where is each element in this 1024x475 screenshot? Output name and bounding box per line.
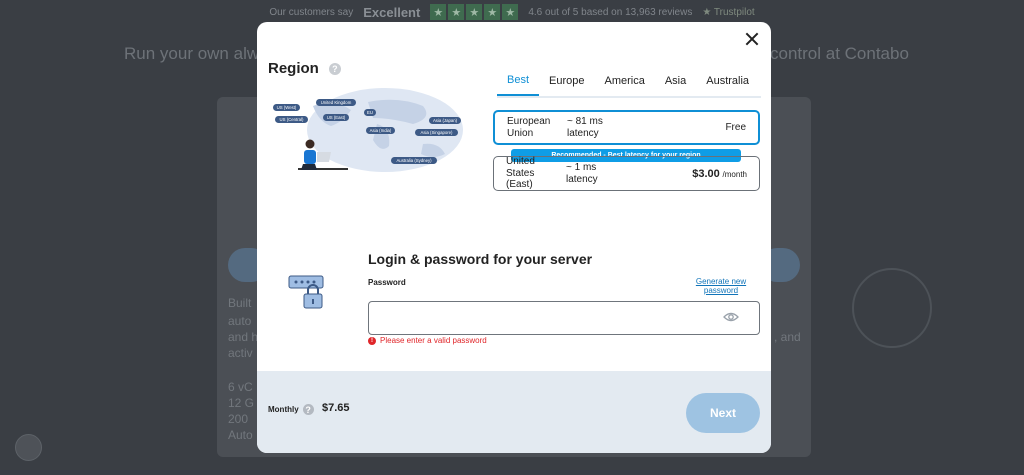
rating-stars: ★ ★ ★ ★ ★ — [430, 4, 519, 20]
rating-text: 4.6 out of 5 based on 13,963 reviews — [528, 6, 693, 18]
error-icon: ! — [368, 336, 376, 345]
next-button[interactable]: Next — [686, 393, 760, 433]
star-icon: ★ — [448, 4, 465, 20]
generate-password-link[interactable]: Generate new password — [689, 277, 753, 296]
price-value: $3.00 — [692, 167, 720, 180]
tab-best[interactable]: Best — [497, 66, 540, 96]
server-config-modal: Region ? US (West) United Kingdom US (Ce… — [257, 22, 771, 453]
spec-text: Auto — [228, 428, 253, 442]
monthly-text: Monthly — [268, 405, 299, 414]
region-option-eu[interactable]: European Union ~ 81 ms latency Free — [493, 110, 760, 145]
password-label: Password — [368, 278, 406, 287]
region-price: $3.00 /month — [626, 168, 759, 180]
price-value: Free — [725, 122, 746, 133]
tab-asia[interactable]: Asia — [655, 66, 696, 96]
customers-say-text: Our customers say — [269, 6, 354, 18]
map-label: US (Central) — [280, 117, 304, 122]
tab-australia[interactable]: Australia — [696, 66, 759, 96]
price-unit: /month — [722, 169, 747, 179]
star-icon: ★ — [484, 4, 501, 20]
spec-text: 12 G — [228, 396, 255, 410]
region-name: United States (East) — [494, 156, 566, 191]
map-label: Asia (Japan) — [433, 118, 458, 123]
map-label: United Kingdom — [321, 100, 352, 105]
region-name: European Union — [495, 116, 567, 139]
map-label: US (East) — [327, 115, 346, 120]
star-icon: ★ — [466, 4, 483, 20]
latency-label: latency — [567, 127, 599, 139]
region-name-line: European — [507, 116, 551, 127]
eye-icon[interactable] — [723, 309, 739, 325]
latency-text: ~ 81 ms latency — [567, 116, 627, 139]
monthly-price: $7.65 — [322, 402, 350, 414]
region-title-text: Region — [268, 60, 319, 77]
password-input[interactable] — [368, 301, 760, 335]
star-icon: ★ — [502, 4, 519, 20]
latency-value: ~ 1 ms — [566, 162, 597, 173]
map-label: EU — [367, 110, 373, 115]
error-text: Please enter a valid password — [380, 336, 487, 345]
close-icon[interactable] — [743, 30, 761, 48]
help-icon[interactable]: ? — [328, 62, 341, 75]
region-price: Free — [627, 122, 758, 133]
region-name-line: (East) — [506, 179, 533, 191]
headline-left: Run your own alw — [124, 44, 260, 63]
card-text: Built — [228, 296, 252, 310]
map-label: Asia (Singapore) — [420, 130, 453, 135]
tab-europe[interactable]: Europe — [539, 66, 594, 96]
trustpilot-label: Trustpilot — [713, 6, 755, 18]
card-text: auto — [228, 314, 252, 328]
password-lock-icon — [288, 275, 324, 309]
headline-right: control at Contabo — [770, 44, 909, 63]
card-text: activ — [228, 346, 253, 360]
latency-text: ~ 1 ms latency — [566, 162, 626, 185]
world-map-illustration: US (West) United Kingdom US (Central) US… — [273, 88, 463, 172]
latency-value: ~ 81 ms — [567, 116, 603, 127]
map-label: Australia (Sydney) — [396, 158, 432, 163]
login-heading: Login & password for your server — [368, 251, 593, 267]
region-name-line: Union — [507, 127, 534, 139]
tab-america[interactable]: America — [595, 66, 655, 96]
latency-label: latency — [566, 173, 598, 185]
decorative-circle — [852, 268, 932, 348]
star-icon: ★ — [430, 4, 447, 20]
password-error: ! Please enter a valid password — [368, 336, 487, 345]
trustpilot-logo: ★ Trustpilot — [702, 6, 755, 18]
card-text: and h — [228, 330, 259, 344]
region-option-us-east[interactable]: United States (East) ~ 1 ms latency $3.0… — [493, 156, 760, 191]
spec-text: 200 — [228, 412, 249, 426]
modal-footer: Monthly ? $7.65 Next — [257, 371, 771, 453]
region-heading: Region ? — [268, 60, 341, 77]
region-name-line: United States — [506, 156, 535, 179]
card-text: , and — [774, 330, 801, 344]
help-icon[interactable]: ? — [302, 404, 314, 415]
excellent-text: Excellent — [363, 4, 421, 20]
map-label: Asia (India) — [370, 128, 392, 133]
map-label: US (West) — [277, 105, 297, 110]
shield-icon[interactable] — [15, 434, 42, 461]
monthly-label: Monthly ? — [268, 404, 314, 415]
generate-link-line: password — [703, 285, 739, 295]
trustpilot-bar: Our customers say Excellent ★ ★ ★ ★ ★ 4.… — [0, 0, 1024, 24]
spec-text: 6 vC — [228, 380, 253, 394]
region-tabs: Best Europe America Asia Australia — [497, 66, 761, 98]
